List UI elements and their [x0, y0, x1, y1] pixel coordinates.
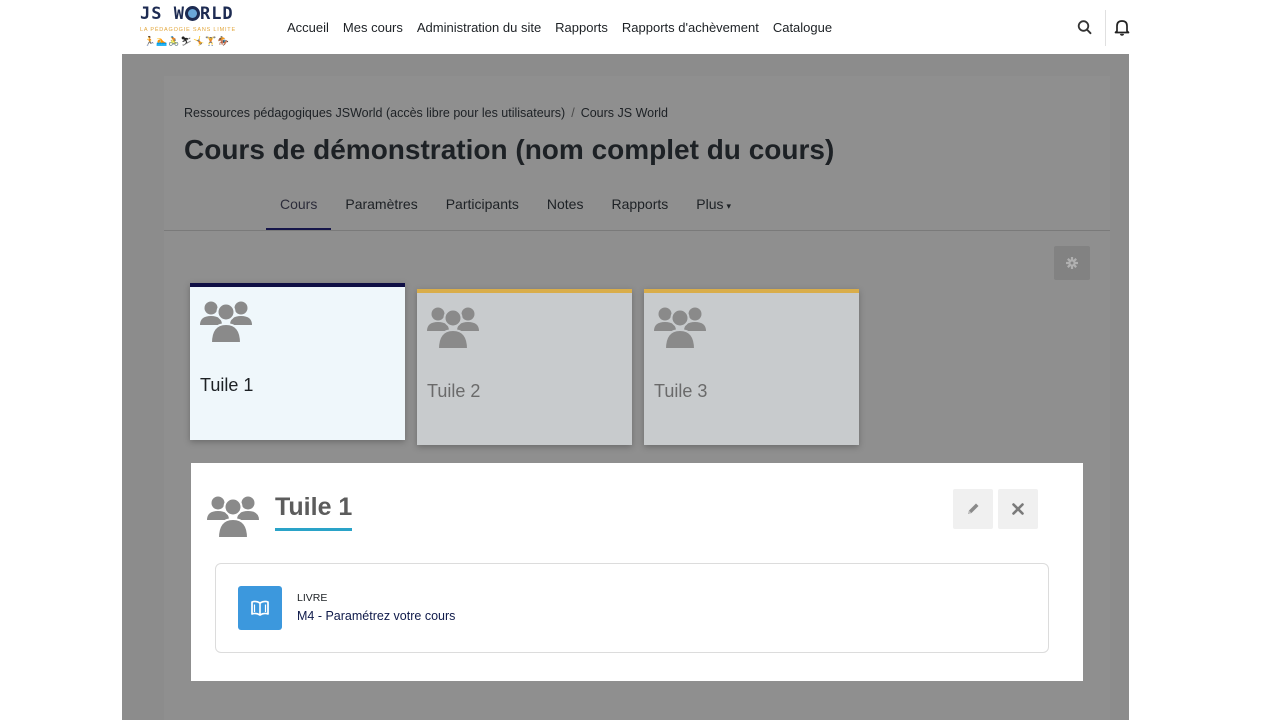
- tab-parametres[interactable]: Paramètres: [331, 180, 431, 230]
- search-icon[interactable]: [1075, 16, 1095, 38]
- tile-top-bar: [190, 283, 405, 287]
- tile-top-bar: [417, 289, 632, 293]
- tab-cours[interactable]: Cours: [266, 180, 332, 231]
- breadcrumb-item-cours-js-world[interactable]: Cours JS World: [581, 106, 668, 120]
- book-icon: [251, 600, 269, 616]
- activity-icon: [238, 586, 282, 630]
- nav-link-catalogue[interactable]: Catalogue: [773, 20, 832, 35]
- close-section-button[interactable]: [998, 489, 1038, 529]
- logo-figures: 🏃🏊🚴⛷🤸🏋🏇: [144, 36, 230, 46]
- tabs-divider: [164, 230, 1110, 231]
- close-icon: [1012, 503, 1024, 515]
- page-title: Cours de démonstration (nom complet du c…: [184, 134, 835, 165]
- nav-link-accueil[interactable]: Accueil: [287, 20, 329, 35]
- bell-icon[interactable]: [1112, 16, 1132, 38]
- nav-link-mes-cours[interactable]: Mes cours: [343, 20, 403, 35]
- logo-tagline: LA PÉDAGOGIE SANS LIMITE: [140, 27, 236, 33]
- activity-item: LIVRE M4 - Paramétrez votre cours: [215, 563, 1049, 653]
- breadcrumb-item-ressources[interactable]: Ressources pédagogiques JSWorld (accès l…: [184, 106, 565, 120]
- section-title: Tuile 1: [275, 493, 353, 531]
- tile-1[interactable]: Tuile 1: [190, 283, 405, 440]
- course-tabs: Cours Paramètres Participants Notes Rapp…: [266, 180, 745, 231]
- tile-top-bar: [644, 289, 859, 293]
- gear-icon: [1066, 257, 1078, 269]
- chevron-down-icon: ▾: [726, 201, 732, 211]
- logo-wordmark: JS W RLD: [140, 4, 234, 24]
- nav-link-rapports[interactable]: Rapports: [555, 20, 608, 35]
- nav-link-rapports-achevement[interactable]: Rapports d'achèvement: [622, 20, 759, 35]
- activity-type: LIVRE: [297, 592, 328, 604]
- tab-participants[interactable]: Participants: [432, 180, 533, 230]
- navbar-divider: [1105, 10, 1106, 46]
- users-icon: [427, 307, 479, 349]
- users-icon: [200, 301, 252, 343]
- tab-rapports[interactable]: Rapports: [597, 180, 682, 230]
- top-navbar: JS W RLD LA PÉDAGOGIE SANS LIMITE 🏃🏊🚴⛷🤸🏋🏇…: [122, 0, 1132, 55]
- tile-label: Tuile 3: [654, 381, 708, 401]
- settings-gear-button[interactable]: [1054, 246, 1090, 280]
- breadcrumb-separator: /: [571, 106, 575, 120]
- users-icon: [654, 307, 706, 349]
- tile-2[interactable]: Tuile 2: [417, 289, 632, 445]
- tab-notes[interactable]: Notes: [533, 180, 598, 230]
- tile-3[interactable]: Tuile 3: [644, 289, 859, 445]
- pencil-icon: [968, 503, 979, 514]
- tile-label: Tuile 1: [200, 375, 254, 395]
- users-icon: [207, 496, 259, 539]
- tile-label: Tuile 2: [427, 381, 481, 401]
- nav-link-administration[interactable]: Administration du site: [417, 20, 541, 35]
- tab-plus[interactable]: Plus ▾: [682, 180, 745, 230]
- site-logo[interactable]: JS W RLD LA PÉDAGOGIE SANS LIMITE 🏃🏊🚴⛷🤸🏋🏇: [140, 4, 250, 50]
- primary-navigation: Accueil Mes cours Administration du site…: [287, 0, 846, 54]
- activity-link[interactable]: M4 - Paramétrez votre cours: [297, 609, 455, 623]
- expanded-section-panel: Tuile 1 LIVRE M4 - Paramétrez votre cour…: [191, 463, 1083, 681]
- edit-section-button[interactable]: [953, 489, 993, 529]
- globe-icon: [184, 6, 200, 21]
- breadcrumb: Ressources pédagogiques JSWorld (accès l…: [184, 106, 668, 120]
